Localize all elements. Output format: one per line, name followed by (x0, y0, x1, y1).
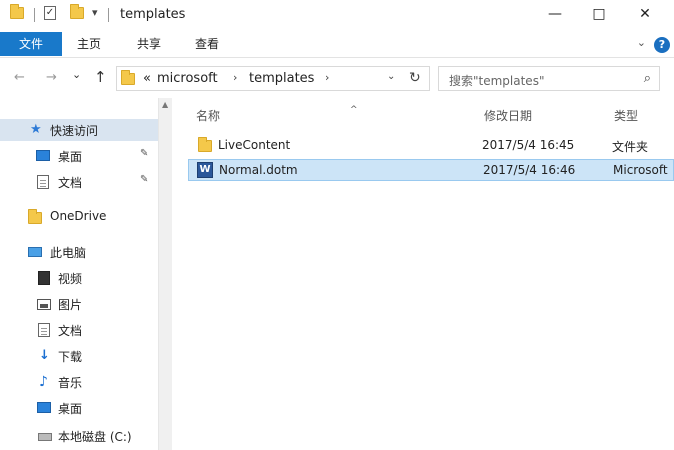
file-type: 文件夹 (612, 140, 649, 154)
nav-item-local-disk-c[interactable]: 本地磁盘 (C:) (0, 425, 158, 447)
address-dropdown-button[interactable]: ⌄ (387, 71, 395, 82)
download-icon: ↓ (39, 348, 50, 363)
column-header-type[interactable]: 类型 (614, 107, 638, 124)
ribbon: 文件 主页 共享 查看 ⌄ ? (0, 30, 674, 58)
new-folder-icon[interactable] (70, 4, 84, 19)
nav-item-label: 下载 (58, 350, 83, 364)
column-header-name[interactable]: 名称 ^ (196, 105, 358, 124)
file-row-normal-dotm[interactable]: W Normal.dotm 2017/5/4 16:46 Microsoft (188, 159, 674, 181)
breadcrumb-separator[interactable]: › (325, 71, 329, 84)
file-row-livecontent[interactable]: LiveContent 2017/5/4 16:45 文件夹 (188, 135, 674, 157)
nav-item-documents-pinned[interactable]: 文档 ✎ (0, 171, 158, 193)
search-input[interactable]: 搜索"templates" ⌕ (438, 66, 660, 91)
pin-icon: ✎ (140, 148, 149, 159)
document-icon (38, 323, 52, 337)
nav-item-downloads[interactable]: ↓ 下载 (0, 345, 158, 367)
nav-item-label: 文档 (58, 176, 83, 190)
up-button[interactable]: ↑ (94, 68, 107, 86)
chevron-down-icon[interactable]: ⌄ (637, 36, 646, 49)
picture-icon (37, 299, 51, 313)
file-type: Microsoft (613, 163, 668, 177)
computer-icon (28, 247, 42, 261)
file-name: Normal.dotm (219, 163, 298, 177)
nav-item-music[interactable]: ♪ 音乐 (0, 371, 158, 393)
nav-item-label: 此电脑 (50, 246, 87, 260)
separator (108, 8, 109, 22)
title-bar: ✓ ▾ templates — □ ✕ (0, 0, 674, 30)
word-document-icon: W (197, 162, 213, 178)
nav-item-pictures[interactable]: 图片 (0, 293, 158, 315)
nav-item-label: 视频 (58, 272, 83, 286)
sort-ascending-icon: ^ (350, 105, 358, 115)
window-title: templates (120, 7, 186, 22)
drive-icon (38, 429, 52, 443)
nav-item-label: OneDrive (50, 209, 107, 223)
search-placeholder: 搜索"templates" (449, 74, 545, 88)
maximize-button[interactable]: □ (576, 0, 622, 30)
minimize-button[interactable]: — (532, 0, 578, 30)
nav-item-label: 桌面 (58, 150, 83, 164)
video-icon (38, 271, 52, 285)
nav-item-videos[interactable]: 视频 (0, 267, 158, 289)
file-name: LiveContent (218, 138, 291, 152)
tab-file[interactable]: 文件 (0, 32, 62, 56)
star-icon: ★ (30, 122, 42, 137)
close-button[interactable]: ✕ (622, 0, 668, 30)
search-icon[interactable]: ⌕ (644, 71, 651, 86)
nav-item-this-pc[interactable]: 此电脑 (0, 241, 158, 263)
file-modified: 2017/5/4 16:46 (483, 163, 576, 177)
pin-icon: ✎ (140, 174, 149, 185)
document-icon (37, 175, 51, 189)
scroll-up-arrow-icon[interactable]: ▲ (162, 100, 168, 109)
nav-item-desktop[interactable]: 桌面 (0, 397, 158, 419)
refresh-button[interactable]: ↻ (409, 70, 421, 86)
file-list: 名称 ^ 修改日期 类型 LiveContent 2017/5/4 16:45 … (172, 98, 674, 450)
desktop-icon (36, 149, 50, 163)
nav-item-documents[interactable]: 文档 (0, 319, 158, 341)
nav-item-label: 快速访问 (50, 124, 99, 138)
nav-item-label: 本地磁盘 (C:) (58, 430, 132, 444)
nav-item-onedrive[interactable]: OneDrive (0, 206, 158, 228)
navigation-pane: ★ 快速访问 桌面 ✎ 文档 ✎ OneDrive 此电脑 视频 图片 文档 ↓… (0, 98, 172, 450)
folder-icon (121, 70, 135, 85)
tab-home[interactable]: 主页 (64, 32, 114, 56)
properties-icon[interactable]: ✓ (44, 6, 56, 20)
folder-icon (198, 137, 212, 152)
help-icon[interactable]: ? (654, 37, 670, 53)
breadcrumb-overflow[interactable]: « (143, 71, 151, 86)
address-bar[interactable]: « microsoft › templates › ⌄ ↻ (116, 66, 430, 91)
file-modified: 2017/5/4 16:45 (482, 138, 575, 152)
breadcrumb-microsoft[interactable]: microsoft (157, 71, 218, 86)
nav-item-label: 文档 (58, 324, 83, 338)
tab-share[interactable]: 共享 (124, 32, 174, 56)
navigation-scrollbar[interactable]: ▲ (158, 98, 172, 450)
nav-item-desktop-pinned[interactable]: 桌面 ✎ (0, 145, 158, 167)
back-button[interactable]: ← (14, 70, 25, 85)
desktop-icon (37, 401, 51, 415)
quick-access-toolbar-dropdown[interactable]: ▾ (92, 6, 98, 19)
music-icon: ♪ (39, 374, 48, 390)
folder-icon (28, 209, 42, 226)
nav-item-label: 音乐 (58, 376, 83, 390)
breadcrumb-separator[interactable]: › (233, 71, 237, 84)
folder-icon (10, 4, 24, 19)
tab-view[interactable]: 查看 (182, 32, 232, 56)
nav-item-label: 桌面 (58, 402, 83, 416)
nav-item-quick-access[interactable]: ★ 快速访问 (0, 119, 158, 141)
separator (34, 8, 35, 22)
forward-button[interactable]: → (46, 70, 57, 85)
recent-locations-button[interactable]: ⌄ (72, 68, 81, 81)
nav-item-label: 图片 (58, 298, 83, 312)
column-header-modified[interactable]: 修改日期 (484, 107, 532, 124)
breadcrumb-templates[interactable]: templates (249, 71, 314, 86)
